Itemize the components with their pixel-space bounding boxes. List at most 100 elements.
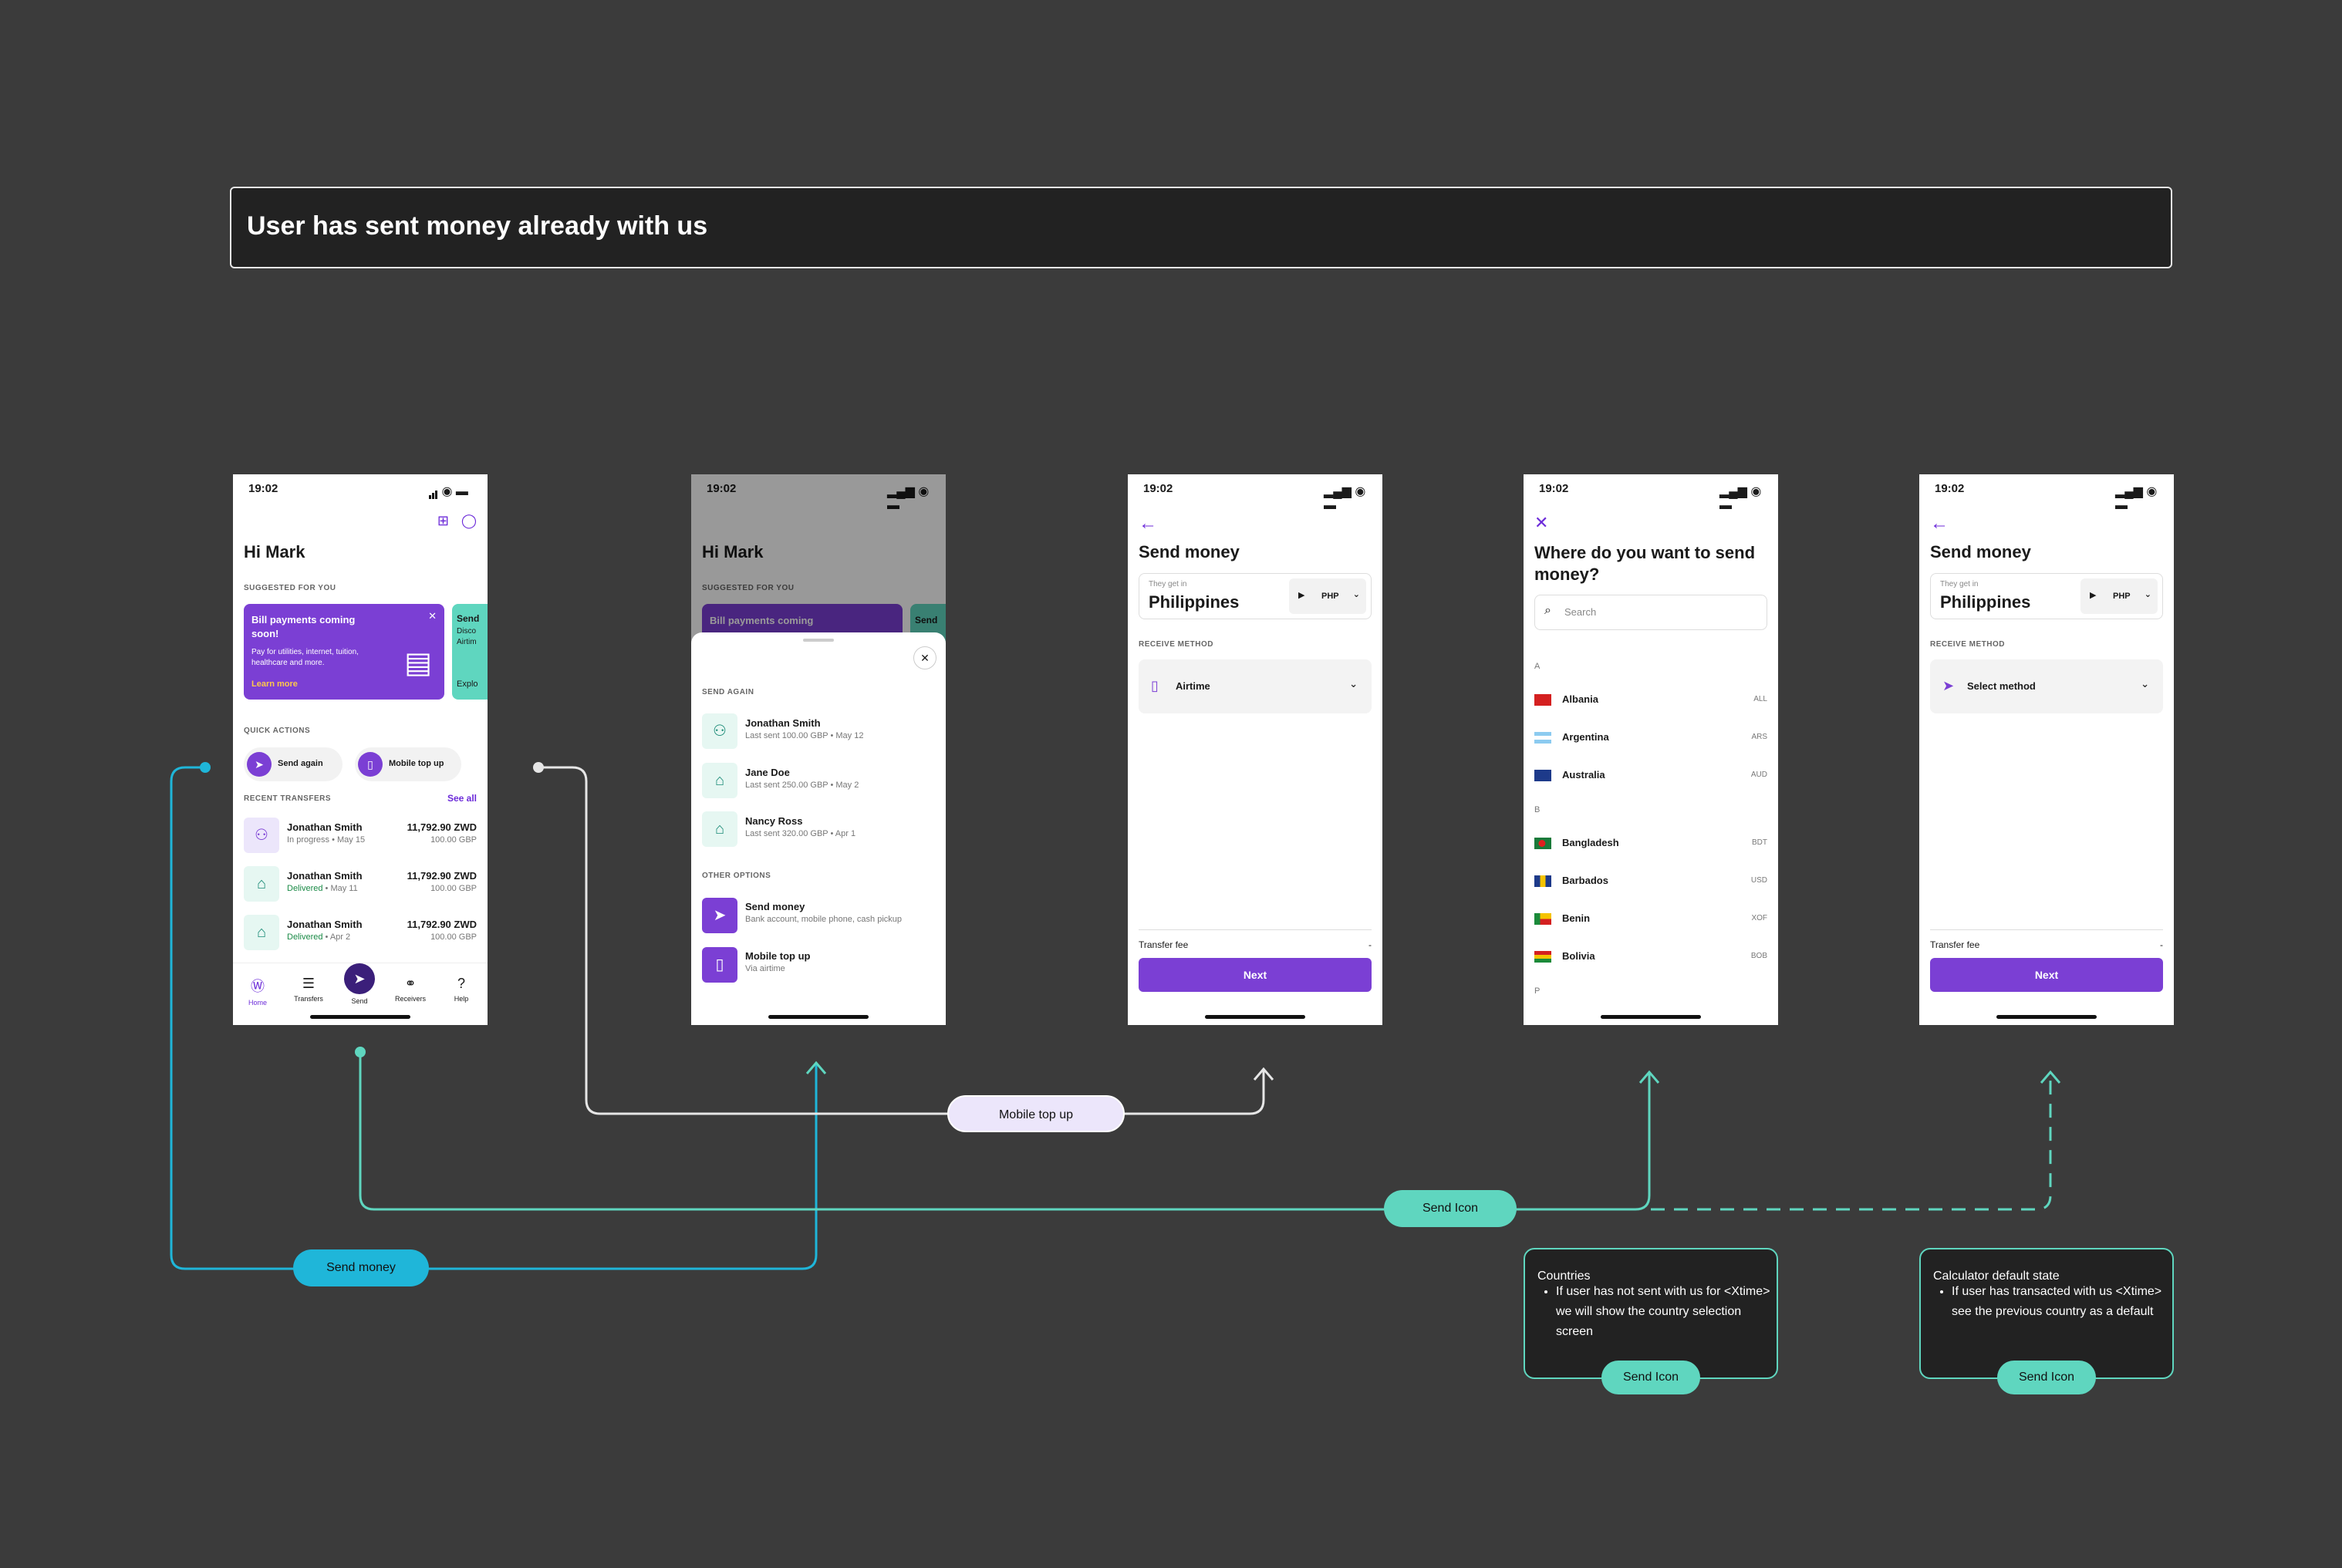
- option-detail: Via airtime: [745, 964, 785, 973]
- home-indicator: [1601, 1015, 1701, 1019]
- mobile-top-up-button[interactable]: ▯ Mobile top up: [355, 747, 461, 781]
- close-icon[interactable]: ✕: [1534, 513, 1548, 533]
- send-icon: ➤: [344, 963, 375, 994]
- recipient-row[interactable]: ⌂ Jane Doe Last sent 250.00 GBP • May 2: [702, 759, 935, 801]
- sheet-handle[interactable]: [803, 639, 834, 642]
- home-indicator: [1996, 1015, 2097, 1019]
- next-button[interactable]: Next: [1930, 958, 2163, 992]
- transfer-name: Jonathan Smith: [287, 821, 363, 833]
- transfer-fee: Transfer fee -: [1139, 929, 1372, 950]
- home-icon: Ⓦ: [251, 979, 265, 994]
- group-letter: A: [1534, 662, 1541, 671]
- currency-code: PHP: [1321, 592, 1339, 601]
- recipient-row[interactable]: ⚇ Jonathan Smith Last sent 100.00 GBP • Ma…: [702, 710, 935, 751]
- country-row[interactable]: Argentina ARS: [1534, 727, 1767, 750]
- currency-code: PHP: [2113, 592, 2131, 601]
- country-row[interactable]: Barbados USD: [1534, 871, 1767, 894]
- transfer-row[interactable]: ⌂ Jonathan Smith Delivered • May 11 11,7…: [244, 862, 477, 904]
- transfer-amount: 11,792.90 ZWD: [407, 919, 477, 930]
- flag-icon: [1534, 770, 1551, 781]
- chevron-down-icon: ⌄: [2141, 678, 2149, 690]
- country-row[interactable]: Bangladesh BDT: [1534, 833, 1767, 856]
- recipient-name: Nancy Ross: [745, 815, 803, 827]
- transfer-status: Delivered • May 11: [287, 884, 358, 893]
- gift-icon[interactable]: ⊞: [437, 513, 449, 529]
- see-all-link[interactable]: See all: [447, 793, 477, 804]
- page-title: Send money: [1930, 542, 2031, 561]
- recipient-detail: Last sent 250.00 GBP • May 2: [745, 781, 859, 790]
- back-arrow-icon[interactable]: ←: [1139, 513, 1157, 534]
- phone-icon: ▯: [1151, 678, 1159, 693]
- promo-title: Bill payments coming soon!: [251, 614, 356, 639]
- countries-note-tag: Send Icon: [1601, 1361, 1700, 1394]
- recipient-row[interactable]: ⌂ Nancy Ross Last sent 320.00 GBP • Apr 1: [702, 808, 935, 849]
- search-input[interactable]: ⌕ Search: [1534, 595, 1767, 630]
- phone-icon: ▯: [358, 752, 383, 777]
- calculator-note-tag: Send Icon: [1997, 1361, 2096, 1394]
- send-sheet-screen: 19:02 ▂▄▆ ◉ ▬ Hi Mark SUGGESTED FOR YOU B…: [691, 474, 946, 1025]
- recipient-detail: Last sent 320.00 GBP • Apr 1: [745, 829, 856, 838]
- nav-transfers[interactable]: ☰ Transfers: [285, 976, 332, 1003]
- receive-method-label: RECEIVE METHOD: [1139, 640, 1214, 649]
- nav-receivers[interactable]: ⚭ Receivers: [387, 976, 434, 1003]
- ph-flag-icon: ▶: [2090, 591, 2097, 600]
- country-field[interactable]: They get in Philippines ▶ PHP ⌄: [1139, 573, 1372, 619]
- promo-link[interactable]: Learn more: [251, 679, 298, 689]
- mobile-top-up-option[interactable]: ▯ Mobile top up Via airtime: [702, 942, 935, 984]
- option-name: Mobile top up: [745, 950, 811, 962]
- group-letter: P: [1534, 986, 1541, 996]
- mobile-top-up-tag: Mobile top up: [947, 1095, 1125, 1132]
- status-time: 19:02: [1539, 482, 1569, 495]
- country-row[interactable]: Albania ALL: [1534, 690, 1767, 713]
- status-time: 19:02: [248, 482, 278, 495]
- country-value: Philippines: [1149, 592, 1240, 612]
- field-label: They get in: [1940, 580, 1979, 588]
- signal-icon: ▂▄▆ ◉ ▬: [1719, 485, 1762, 512]
- method-value: Airtime: [1176, 680, 1210, 692]
- fee-label: Transfer fee: [1139, 939, 1189, 950]
- flag-icon: [1534, 732, 1551, 744]
- transfer-row[interactable]: ⚇ Jonathan Smith In progress • May 15 11…: [244, 814, 477, 855]
- calculator-note: Calculator default state If user has tra…: [1919, 1248, 2174, 1379]
- chevron-down-icon: ⌄: [1352, 590, 1360, 599]
- receive-method-select[interactable]: ▯ Airtime ⌄: [1139, 659, 1372, 713]
- promo-card-2[interactable]: Send Disco Airtim Explo: [452, 604, 488, 700]
- send-icon: ➤: [1942, 678, 1955, 693]
- nav-send[interactable]: ➤ Send: [336, 963, 383, 1005]
- action-sheet: ✕ SEND AGAIN ⚇ Jonathan Smith Last sent 10…: [691, 632, 946, 1025]
- nav-help[interactable]: ? Help: [438, 976, 484, 1003]
- nav-home[interactable]: Ⓦ Home: [235, 976, 281, 1007]
- receive-method-select[interactable]: ➤ Select method ⌄: [1930, 659, 2163, 713]
- currency-selector[interactable]: ▶ PHP ⌄: [1289, 578, 1366, 614]
- country-field[interactable]: They get in Philippines ▶ PHP ⌄: [1930, 573, 2163, 619]
- country-selection-screen: 19:02 ▂▄▆ ◉ ▬ ✕ Where do you want to send…: [1524, 474, 1778, 1025]
- next-button[interactable]: Next: [1139, 958, 1372, 992]
- recipient-name: Jane Doe: [745, 767, 790, 778]
- send-money-option[interactable]: ➤ Send money Bank account, mobile phone, c…: [702, 893, 935, 935]
- flag-icon: [1534, 838, 1551, 849]
- close-icon[interactable]: ✕: [428, 610, 437, 622]
- transfer-sent: 100.00 GBP: [430, 835, 477, 845]
- country-value: Philippines: [1940, 592, 2031, 612]
- close-icon[interactable]: ✕: [913, 646, 936, 669]
- send-again-label: SEND AGAIN: [702, 688, 754, 696]
- back-arrow-icon[interactable]: ←: [1930, 513, 1949, 534]
- country-row[interactable]: Australia AUD: [1534, 765, 1767, 788]
- profile-icon[interactable]: ◯: [461, 513, 477, 529]
- transfer-fee: Transfer fee -: [1930, 929, 2163, 950]
- country-row[interactable]: Bolivia BOB: [1534, 946, 1767, 969]
- promo2-line1: Disco: [457, 627, 477, 636]
- send-money-tag: Send money: [293, 1249, 429, 1286]
- transfer-row[interactable]: ⌂ Jonathan Smith Delivered • Apr 2 11,79…: [244, 911, 477, 953]
- signal-icon: ◉ ▬: [429, 484, 474, 499]
- status-time: 19:02: [1935, 482, 1965, 495]
- country-row[interactable]: Benin XOF: [1534, 909, 1767, 932]
- currency-selector[interactable]: ▶ PHP ⌄: [2080, 578, 2158, 614]
- fee-value: -: [1368, 939, 1372, 950]
- send-again-button[interactable]: ➤ Send again: [244, 747, 343, 781]
- chevron-down-icon: ⌄: [1349, 678, 1358, 690]
- promo-card[interactable]: Bill payments coming soon! Pay for utili…: [244, 604, 444, 700]
- transfer-status: In progress • May 15: [287, 835, 366, 845]
- promo2-link[interactable]: Explo: [457, 679, 478, 689]
- group-letter: B: [1534, 805, 1541, 814]
